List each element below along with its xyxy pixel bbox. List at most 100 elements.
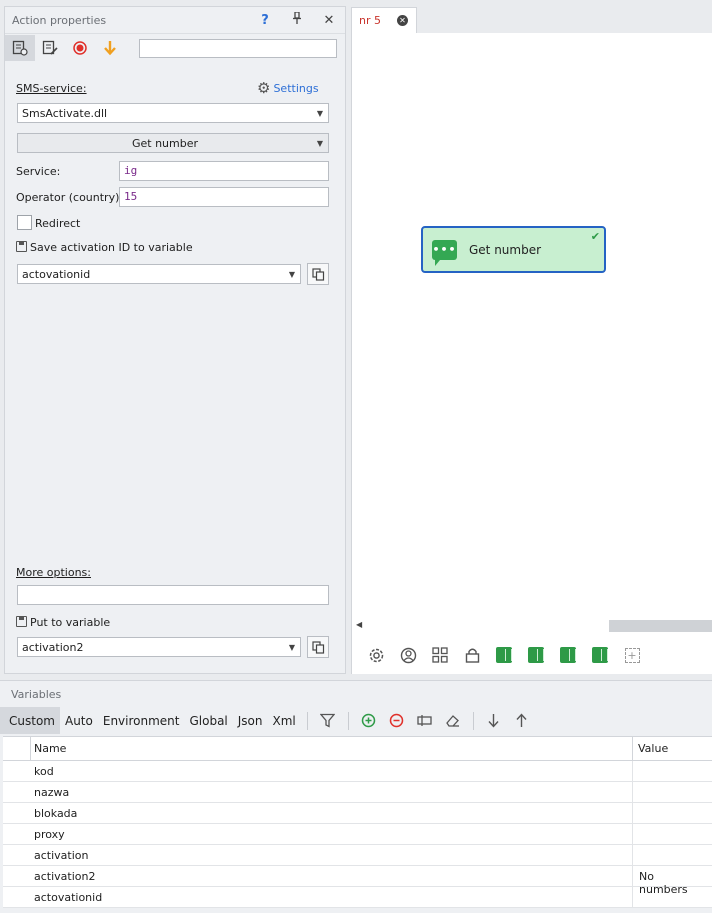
lock-button[interactable] <box>456 644 488 666</box>
arrow-up-icon <box>516 713 527 727</box>
project-canvas[interactable]: ••• Get number ✔ ◀ + <box>351 33 712 674</box>
redirect-checkbox[interactable] <box>17 215 32 230</box>
variable-value <box>633 803 712 823</box>
more-options-label: More options: <box>16 566 91 579</box>
column-name-header[interactable]: Name <box>31 737 633 760</box>
table-row[interactable]: proxy <box>3 824 712 845</box>
scroll-left-icon[interactable]: ◀ <box>356 620 362 629</box>
chevron-down-icon: ▼ <box>316 108 324 118</box>
edit-note-button[interactable] <box>35 35 65 61</box>
scrollbar-thumb[interactable] <box>609 620 712 632</box>
variable-name: proxy <box>31 824 633 844</box>
filter-button[interactable] <box>314 709 342 733</box>
canvas-settings-button[interactable] <box>360 644 392 666</box>
save-id-variable-select[interactable]: actovationid ▼ <box>17 264 301 284</box>
variable-value: No numbers <box>639 870 688 896</box>
notebook-button-3[interactable] <box>552 644 584 666</box>
action-search-input[interactable] <box>139 38 337 58</box>
row-indicator-header <box>3 737 31 760</box>
row-indicator <box>3 782 31 802</box>
pin-button[interactable] <box>281 11 313 28</box>
put-to-variable-select[interactable]: activation2 ▼ <box>17 637 301 657</box>
tab-custom[interactable]: Custom <box>0 707 60 734</box>
chevron-down-icon: ▼ <box>288 269 296 279</box>
help-button[interactable]: ? <box>249 13 281 28</box>
notebook-button-2[interactable] <box>520 644 552 666</box>
sms-service-select[interactable]: SmsActivate.dll ▼ <box>17 103 329 123</box>
variable-name: activation2 <box>31 866 633 886</box>
notebook-button-1[interactable] <box>488 644 520 666</box>
variable-value <box>633 782 712 802</box>
chevron-down-icon: ▼ <box>288 642 296 652</box>
table-row[interactable]: activation2 No numbers <box>3 866 712 896</box>
grid-button[interactable] <box>424 644 456 666</box>
method-value: Get number <box>131 136 199 150</box>
row-indicator <box>3 803 31 823</box>
row-indicator <box>3 824 31 844</box>
copy-icon <box>311 267 324 281</box>
variable-value <box>633 845 712 865</box>
grid-icon <box>432 647 448 663</box>
rename-variable-button[interactable] <box>411 709 439 733</box>
put-to-variable-copy-button[interactable] <box>307 636 329 658</box>
floppy-icon <box>16 616 27 627</box>
record-button[interactable] <box>65 35 95 61</box>
action-toolbar <box>5 34 345 62</box>
floppy-icon <box>16 241 27 252</box>
check-icon: ✔ <box>590 230 600 243</box>
more-options-input[interactable] <box>17 585 329 605</box>
row-indicator <box>3 887 31 907</box>
notebook-icon <box>592 647 608 663</box>
row-indicator <box>3 866 31 886</box>
table-row[interactable]: actovationid <box>3 887 712 908</box>
close-button[interactable]: ✕ <box>313 13 345 28</box>
project-tab-label: nr 5 <box>359 14 381 27</box>
move-down-button[interactable] <box>480 709 508 733</box>
tab-environment[interactable]: Environment <box>98 707 185 734</box>
sms-chat-icon: ••• <box>432 239 457 266</box>
chevron-down-icon: ▼ <box>316 138 324 148</box>
tab-json[interactable]: Json <box>233 707 268 734</box>
profile-button[interactable] <box>392 644 424 666</box>
variable-name: actovationid <box>31 887 633 907</box>
table-row[interactable]: activation <box>3 845 712 866</box>
table-row[interactable]: blokada <box>3 803 712 824</box>
eraser-icon <box>446 715 460 727</box>
remove-variable-button[interactable] <box>383 709 411 733</box>
variables-toolbar: Custom Auto Environment Global Json Xml <box>0 707 712 734</box>
variable-value <box>633 824 712 844</box>
table-row[interactable]: nazwa <box>3 782 712 803</box>
remove-circle-icon <box>390 713 404 728</box>
clear-variable-button[interactable] <box>439 709 467 733</box>
horizontal-scrollbar[interactable]: ◀ <box>352 619 712 633</box>
tab-xml[interactable]: Xml <box>268 707 301 734</box>
save-id-copy-button[interactable] <box>307 263 329 285</box>
copy-icon <box>311 640 324 654</box>
service-input[interactable]: ig <box>119 161 329 181</box>
put-to-variable-text: Put to variable <box>30 616 111 629</box>
panel-title: Action properties <box>12 13 107 27</box>
operator-input[interactable]: 15 <box>119 187 329 207</box>
properties-button[interactable] <box>5 35 35 61</box>
table-row[interactable]: kod <box>3 761 712 782</box>
add-circle-icon <box>362 713 376 728</box>
action-node[interactable]: ••• Get number ✔ <box>421 226 606 273</box>
settings-link[interactable]: ⚙ Settings <box>257 79 319 97</box>
close-tab-icon[interactable]: ✕ <box>397 15 408 26</box>
arrow-down-icon <box>104 41 116 56</box>
arrow-down-icon <box>488 714 499 728</box>
move-up-button[interactable] <box>508 709 536 733</box>
variables-table: Name Value kod nazwa blokada proxy activ… <box>3 736 712 908</box>
tab-global[interactable]: Global <box>184 707 232 734</box>
notebook-button-4[interactable] <box>584 644 616 666</box>
method-select[interactable]: Get number ▼ <box>17 133 329 153</box>
column-value-header[interactable]: Value <box>633 737 712 760</box>
add-region-button[interactable]: + <box>616 644 648 666</box>
action-properties-panel: Action properties ? ✕ SMS-service: ⚙ Set… <box>4 6 346 674</box>
service-label: Service: <box>16 165 61 178</box>
step-down-button[interactable] <box>95 35 125 61</box>
tab-auto[interactable]: Auto <box>60 707 98 734</box>
add-variable-button[interactable] <box>355 709 383 733</box>
project-tab[interactable]: nr 5 ✕ <box>351 7 417 33</box>
rename-icon <box>417 715 432 726</box>
